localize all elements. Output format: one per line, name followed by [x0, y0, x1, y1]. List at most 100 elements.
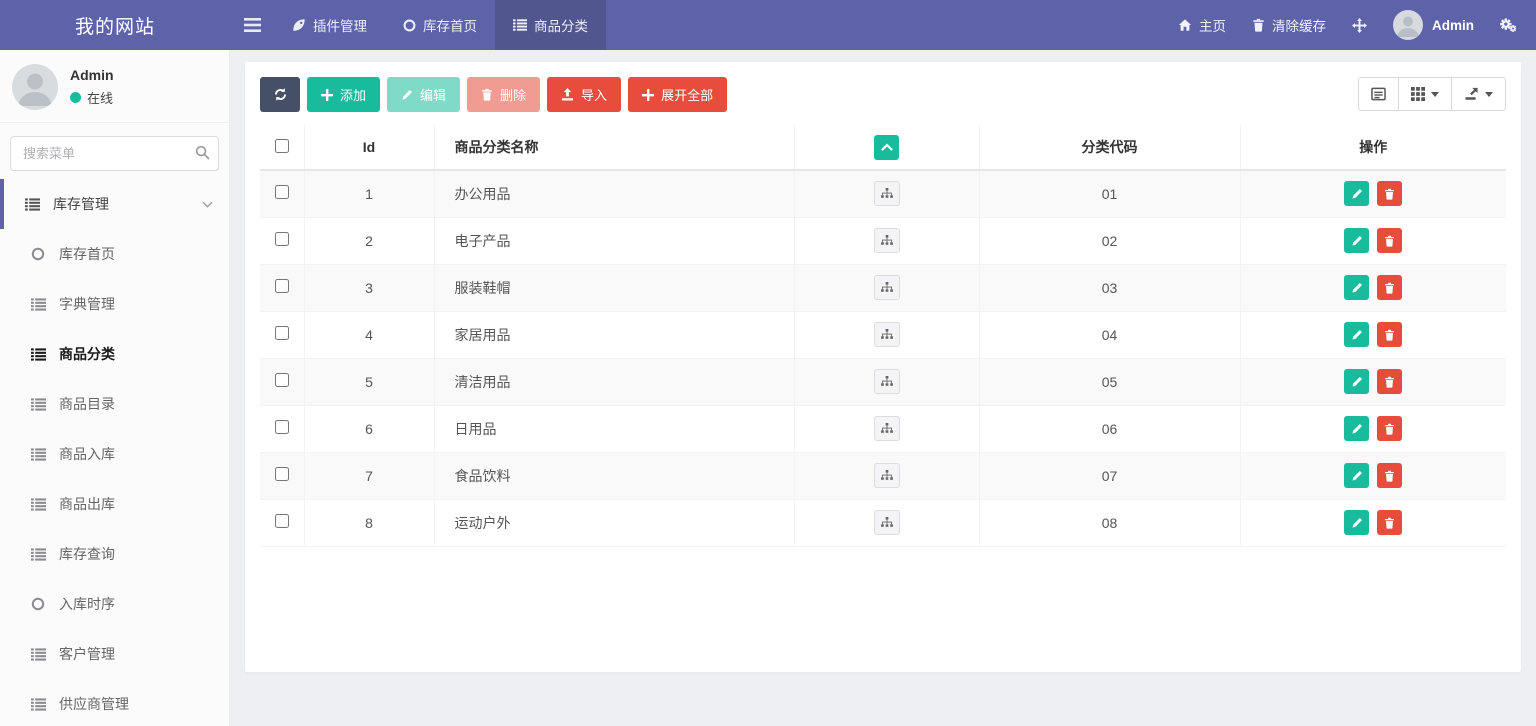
user-menu[interactable]: Admin [1393, 10, 1474, 40]
select-all-checkbox[interactable] [275, 139, 289, 153]
row-checkbox[interactable] [275, 326, 289, 340]
avatar [1393, 10, 1423, 40]
collapse-all-button[interactable] [874, 135, 899, 160]
tree-node-button[interactable] [874, 369, 900, 394]
sidebar-item-product-inbound[interactable]: 商品入库 [0, 429, 229, 479]
row-checkbox[interactable] [275, 232, 289, 246]
sidebar-item-label: 库存管理 [53, 194, 109, 214]
pencil-icon [1351, 376, 1363, 388]
sidebar-item-product-categories[interactable]: 商品分类 [0, 329, 229, 379]
row-delete-button[interactable] [1377, 463, 1402, 488]
tab-plugin-management[interactable]: 插件管理 [274, 0, 385, 50]
row-delete-button[interactable] [1377, 275, 1402, 300]
fullscreen-button[interactable] [1352, 18, 1367, 33]
list-icon [29, 398, 47, 411]
column-header-id[interactable]: Id [304, 125, 434, 170]
row-edit-button[interactable] [1344, 510, 1369, 535]
row-edit-button[interactable] [1344, 275, 1369, 300]
toolbar: 添加 编辑 删除 导入 展开全部 [260, 77, 1506, 112]
table-row: 1 办公用品 01 [260, 170, 1506, 217]
cell-name: 办公用品 [434, 170, 794, 217]
row-delete-button[interactable] [1377, 369, 1402, 394]
row-checkbox[interactable] [275, 467, 289, 481]
tab-inventory-home[interactable]: 库存首页 [385, 0, 495, 50]
tree-node-button[interactable] [874, 463, 900, 488]
row-delete-button[interactable] [1377, 510, 1402, 535]
row-checkbox[interactable] [275, 373, 289, 387]
row-edit-button[interactable] [1344, 181, 1369, 206]
row-delete-button[interactable] [1377, 181, 1402, 206]
list-icon [513, 19, 527, 31]
row-checkbox[interactable] [275, 514, 289, 528]
row-edit-button[interactable] [1344, 416, 1369, 441]
row-delete-button[interactable] [1377, 228, 1402, 253]
sidebar-item-inbound-timeline[interactable]: 入库时序 [0, 579, 229, 629]
sidebar-item-product-catalog[interactable]: 商品目录 [0, 379, 229, 429]
row-delete-button[interactable] [1377, 416, 1402, 441]
cell-name: 服装鞋帽 [434, 264, 794, 311]
tree-node-button[interactable] [874, 416, 900, 441]
table-row: 5 清洁用品 05 [260, 358, 1506, 405]
tree-node-button[interactable] [874, 275, 900, 300]
row-delete-button[interactable] [1377, 322, 1402, 347]
rocket-icon [292, 18, 306, 32]
gears-icon [1500, 18, 1516, 32]
edit-button[interactable]: 编辑 [387, 77, 460, 112]
column-header-code[interactable]: 分类代码 [979, 125, 1240, 170]
tree-node-button[interactable] [874, 181, 900, 206]
tree-node-button[interactable] [874, 322, 900, 347]
sidebar-toggle-button[interactable] [230, 0, 274, 50]
chevron-down-icon [202, 201, 213, 208]
list-alt-icon [1371, 87, 1386, 101]
export-button[interactable] [1451, 77, 1506, 111]
brand-title[interactable]: 我的网站 [0, 0, 230, 50]
row-edit-button[interactable] [1344, 463, 1369, 488]
add-button[interactable]: 添加 [307, 77, 380, 112]
home-link[interactable]: 主页 [1178, 15, 1226, 35]
trash-icon [1384, 517, 1395, 529]
view-controls [1358, 77, 1506, 111]
pencil-icon [1351, 188, 1363, 200]
sidebar-item-inventory-query[interactable]: 库存查询 [0, 529, 229, 579]
row-edit-button[interactable] [1344, 369, 1369, 394]
row-checkbox[interactable] [275, 279, 289, 293]
cell-code: 04 [979, 311, 1240, 358]
sitemap-icon [881, 517, 893, 528]
trash-icon [1384, 329, 1395, 341]
sidebar-item-supplier-management[interactable]: 供应商管理 [0, 679, 229, 726]
search-icon[interactable] [195, 145, 210, 160]
online-status-dot [70, 92, 81, 103]
tree-node-button[interactable] [874, 510, 900, 535]
sidebar-item-product-outbound[interactable]: 商品出库 [0, 479, 229, 529]
row-checkbox[interactable] [275, 420, 289, 434]
clear-cache-link[interactable]: 清除缓存 [1252, 15, 1326, 35]
expand-all-button[interactable]: 展开全部 [628, 77, 727, 112]
import-button[interactable]: 导入 [547, 77, 621, 112]
refresh-button[interactable] [260, 77, 300, 112]
cell-id: 2 [304, 217, 434, 264]
row-edit-button[interactable] [1344, 228, 1369, 253]
sidebar-item-inventory-management[interactable]: 库存管理 [0, 179, 229, 229]
columns-toggle-button[interactable] [1398, 77, 1452, 111]
row-edit-button[interactable] [1344, 322, 1369, 347]
sidebar-item-dictionary-management[interactable]: 字典管理 [0, 279, 229, 329]
column-header-name[interactable]: 商品分类名称 [434, 125, 794, 170]
cell-name: 运动户外 [434, 499, 794, 546]
list-icon [29, 498, 47, 511]
list-icon [29, 648, 47, 661]
sidebar-item-customer-management[interactable]: 客户管理 [0, 629, 229, 679]
circle-icon [403, 19, 416, 32]
sidebar-user-panel: Admin 在线 [0, 50, 229, 123]
settings-button[interactable] [1500, 18, 1516, 32]
cell-code: 02 [979, 217, 1240, 264]
common-search-toggle-button[interactable] [1358, 77, 1399, 111]
tab-label: 商品分类 [534, 15, 588, 35]
tree-node-button[interactable] [874, 228, 900, 253]
delete-button[interactable]: 删除 [467, 77, 540, 112]
tab-product-categories[interactable]: 商品分类 [495, 0, 606, 50]
sidebar-item-inventory-home[interactable]: 库存首页 [0, 229, 229, 279]
row-checkbox[interactable] [275, 185, 289, 199]
cell-name: 日用品 [434, 405, 794, 452]
menu-search-input[interactable] [10, 136, 219, 171]
trash-icon [1384, 376, 1395, 388]
